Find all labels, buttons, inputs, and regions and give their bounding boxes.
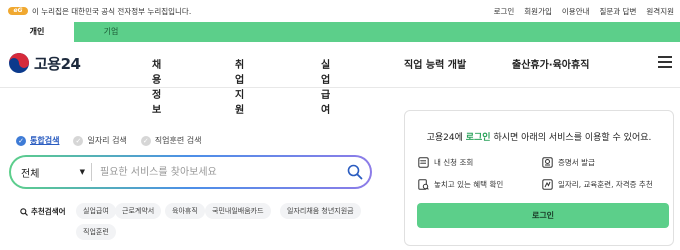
check-icon: ✓ bbox=[73, 135, 84, 146]
signup-link[interactable]: 회원가입 bbox=[524, 6, 552, 17]
remote-support-link[interactable]: 원격지원 bbox=[646, 6, 674, 17]
recommended-title-text: 추천검색어 bbox=[31, 207, 66, 216]
scope-training[interactable]: ✓ 직업훈련 검색 bbox=[140, 135, 202, 146]
keyword-chip[interactable]: 일자리채움 청년지원금 bbox=[280, 203, 361, 219]
tab-personal[interactable]: 개인 bbox=[0, 22, 74, 42]
search-category-select[interactable]: 전체 ▼ bbox=[11, 157, 91, 187]
keyword-chip[interactable]: 실업급여 bbox=[76, 203, 116, 219]
benefit-check-icon bbox=[417, 178, 429, 190]
search-icon bbox=[20, 207, 28, 216]
service-label: 내 신청 조회 bbox=[434, 157, 474, 167]
scope-jobs-label: 일자리 검색 bbox=[87, 136, 127, 145]
service-my-applications[interactable]: 내 신청 조회 bbox=[417, 156, 473, 168]
gov-notice: eG 이 누리집은 대한민국 공식 전자정부 누리집입니다. bbox=[8, 6, 191, 17]
service-label: 일자리, 교육훈련, 자격증 추천 bbox=[558, 179, 653, 189]
login-card: 고용24에 로그인 하시면 아래의 서비스를 이용할 수 있어요. 내 신청 조… bbox=[404, 110, 674, 246]
login-card-title-highlight: 로그인 bbox=[465, 133, 491, 143]
application-list-icon bbox=[417, 156, 429, 168]
page: eG 이 누리집은 대한민국 공식 전자정부 누리집입니다. 로그인 회원가입 … bbox=[0, 0, 680, 250]
nav-item-unemployment-benefit[interactable]: 실업급여 bbox=[321, 56, 330, 116]
nav-item-employment-support[interactable]: 취업지원 bbox=[235, 56, 244, 116]
login-card-title-suffix: 하시면 아래의 서비스를 이용할 수 있어요. bbox=[490, 133, 652, 143]
login-card-title: 고용24에 로그인 하시면 아래의 서비스를 이용할 수 있어요. bbox=[405, 130, 673, 143]
tab-business[interactable]: 기업 bbox=[74, 22, 148, 42]
gov-notice-text: 이 누리집은 대한민국 공식 전자정부 누리집입니다. bbox=[32, 6, 192, 16]
egov-logo-icon: eG bbox=[8, 7, 28, 15]
login-button[interactable]: 로그인 bbox=[417, 203, 669, 228]
scope-integrated-label: 통합검색 bbox=[30, 136, 60, 145]
nav-item-jobs[interactable]: 채용정보 bbox=[152, 56, 161, 116]
site-logo[interactable]: 고용24 bbox=[8, 52, 81, 74]
guide-link[interactable]: 이용안내 bbox=[562, 6, 590, 17]
service-label: 증명서 발급 bbox=[558, 157, 595, 167]
scope-integrated[interactable]: ✓ 통합검색 bbox=[16, 135, 59, 146]
check-icon: ✓ bbox=[16, 135, 26, 146]
login-card-title-prefix: 고용24에 bbox=[426, 133, 466, 143]
nav-item-skill-development[interactable]: 직업 능력 개발 bbox=[404, 56, 466, 71]
caret-down-icon: ▼ bbox=[79, 168, 85, 176]
logo-text: 고용24 bbox=[34, 54, 81, 73]
scope-training-label: 직업훈련 검색 bbox=[154, 136, 202, 145]
search-icon bbox=[347, 164, 363, 180]
user-type-tabs: 개인 기업 bbox=[0, 22, 680, 42]
scope-jobs[interactable]: ✓ 일자리 검색 bbox=[73, 135, 127, 146]
service-certificates[interactable]: 증명서 발급 bbox=[541, 156, 595, 168]
menu-hamburger-icon[interactable] bbox=[658, 56, 672, 68]
keyword-chip[interactable]: 직업훈련 bbox=[76, 224, 116, 240]
keyword-chip[interactable]: 국민내일배움카드 bbox=[205, 203, 271, 219]
qna-link[interactable]: 질문과 답변 bbox=[600, 6, 637, 17]
keyword-chip[interactable]: 근로계약서 bbox=[115, 203, 162, 219]
top-utility-bar: eG 이 누리집은 대한민국 공식 전자정부 누리집입니다. 로그인 회원가입 … bbox=[0, 0, 680, 22]
keyword-chip[interactable]: 육아휴직 bbox=[165, 203, 205, 219]
service-recommendations[interactable]: 일자리, 교육훈련, 자격증 추천 bbox=[541, 178, 653, 190]
utility-links: 로그인 회원가입 이용안내 질문과 답변 원격지원 bbox=[494, 6, 674, 17]
login-link[interactable]: 로그인 bbox=[494, 6, 515, 17]
search-input[interactable] bbox=[92, 157, 340, 187]
taegeuk-logo-icon bbox=[9, 53, 29, 73]
search-button[interactable] bbox=[340, 157, 370, 187]
certificate-icon bbox=[541, 156, 553, 168]
check-icon: ✓ bbox=[140, 135, 151, 146]
nav-item-parental-leave[interactable]: 출산휴가·육아휴직 bbox=[512, 56, 589, 71]
recommend-icon bbox=[541, 178, 553, 190]
service-label: 놓치고 있는 혜택 확인 bbox=[434, 179, 504, 189]
search-box: 전체 ▼ bbox=[9, 155, 372, 189]
site-header: 고용24 채용정보 취업지원 실업급여 직업 능력 개발 출산휴가·육아휴직 bbox=[0, 42, 680, 116]
service-missed-benefits[interactable]: 놓치고 있는 혜택 확인 bbox=[417, 178, 503, 190]
search-scope-group: ✓ 통합검색 ✓ 일자리 검색 ✓ 직업훈련 검색 bbox=[16, 135, 202, 146]
recommended-title: 추천검색어 bbox=[20, 206, 66, 217]
search-category-value: 전체 bbox=[21, 168, 40, 180]
